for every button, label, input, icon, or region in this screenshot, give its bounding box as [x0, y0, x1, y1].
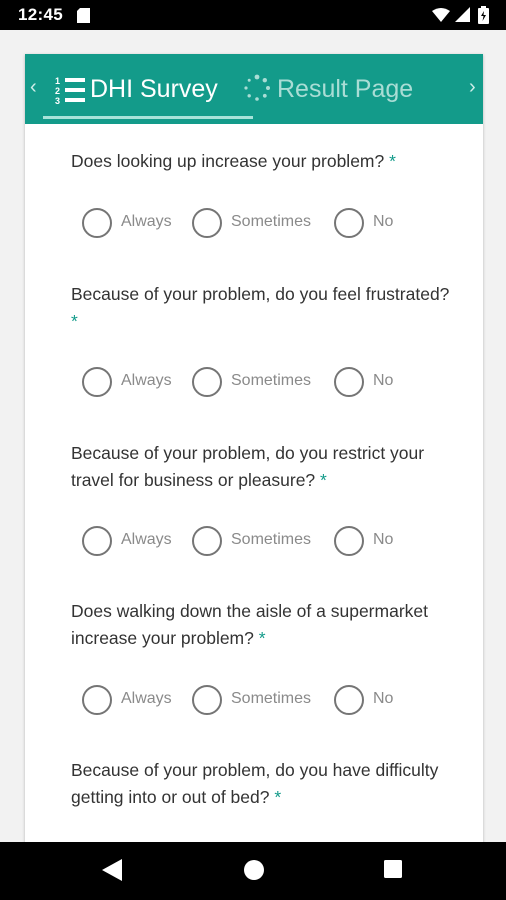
cell-signal-icon [455, 7, 470, 22]
svg-text:3: 3 [55, 96, 60, 105]
wifi-icon [432, 8, 450, 22]
system-nav-bar [0, 842, 506, 900]
question-text: Because of your problem, do you restrict… [71, 440, 451, 494]
radio-always[interactable] [82, 208, 112, 238]
required-mark: * [274, 787, 282, 807]
radio-sometimes[interactable] [192, 367, 222, 397]
radio-no[interactable] [334, 208, 364, 238]
answer-options-row: Always Sometimes No [82, 685, 442, 715]
option-label-always[interactable]: Always [121, 531, 172, 549]
tab-label-dhi-survey: DHI Survey [90, 75, 218, 103]
question-label: Does walking down the aisle of a superma… [71, 601, 428, 648]
question-text: Because of your problem, do you have dif… [71, 757, 451, 811]
required-mark: * [258, 628, 266, 648]
option-label-always[interactable]: Always [121, 213, 172, 231]
question-text: Does looking up increase your problem? * [71, 148, 451, 175]
battery-icon [478, 6, 489, 24]
question-text: Does walking down the aisle of a superma… [71, 598, 451, 652]
question-text: Because of your problem, do you feel fru… [71, 281, 451, 335]
sd-card-icon [77, 8, 90, 23]
radio-no[interactable] [334, 526, 364, 556]
option-label-no[interactable]: No [373, 372, 393, 390]
required-mark: * [389, 151, 396, 171]
list-numbered-icon: 1 2 3 [55, 76, 85, 105]
required-mark: * [71, 311, 78, 331]
radio-always[interactable] [82, 526, 112, 556]
back-icon[interactable] [102, 859, 122, 881]
answer-options-row: Always Sometimes No [82, 208, 442, 238]
tab-dhi-survey[interactable]: 1 2 3 DHI Survey [52, 54, 228, 124]
question-label: Does looking up increase your problem? [71, 151, 385, 171]
option-label-no[interactable]: No [373, 690, 393, 708]
loading-dots-icon [244, 74, 270, 101]
required-mark: * [320, 470, 327, 490]
option-label-no[interactable]: No [373, 531, 393, 549]
option-label-always[interactable]: Always [121, 372, 172, 390]
radio-no[interactable] [334, 367, 364, 397]
recents-icon[interactable] [384, 860, 402, 878]
question-label: Because of your problem, do you have dif… [71, 760, 439, 807]
radio-sometimes[interactable] [192, 526, 222, 556]
answer-options-row: Always Sometimes No [82, 526, 442, 556]
tab-scroll-right-arrow[interactable]: › [469, 76, 476, 99]
option-label-always[interactable]: Always [121, 690, 172, 708]
answer-options-row: Always Sometimes No [82, 367, 442, 397]
option-label-sometimes[interactable]: Sometimes [231, 213, 311, 231]
tab-label-result-page: Result Page [277, 75, 414, 103]
option-label-no[interactable]: No [373, 213, 393, 231]
status-bar: 12:45 [0, 0, 506, 30]
option-label-sometimes[interactable]: Sometimes [231, 531, 311, 549]
home-icon[interactable] [244, 860, 264, 880]
tab-bar: ‹ 1 2 3 DHI Survey Result Page › [25, 54, 483, 124]
option-label-sometimes[interactable]: Sometimes [231, 372, 311, 390]
radio-always[interactable] [82, 685, 112, 715]
radio-sometimes[interactable] [192, 685, 222, 715]
tab-result-page[interactable]: Result Page [240, 54, 440, 124]
svg-text:2: 2 [55, 86, 60, 96]
radio-sometimes[interactable] [192, 208, 222, 238]
radio-no[interactable] [334, 685, 364, 715]
option-label-sometimes[interactable]: Sometimes [231, 690, 311, 708]
question-label: Because of your problem, do you feel fru… [71, 284, 450, 304]
question-label: Because of your problem, do you restrict… [71, 443, 425, 490]
status-time: 12:45 [18, 5, 63, 24]
selected-tab-indicator [43, 116, 253, 119]
radio-always[interactable] [82, 367, 112, 397]
tab-scroll-left-arrow[interactable]: ‹ [30, 76, 37, 99]
svg-text:1: 1 [55, 76, 60, 86]
